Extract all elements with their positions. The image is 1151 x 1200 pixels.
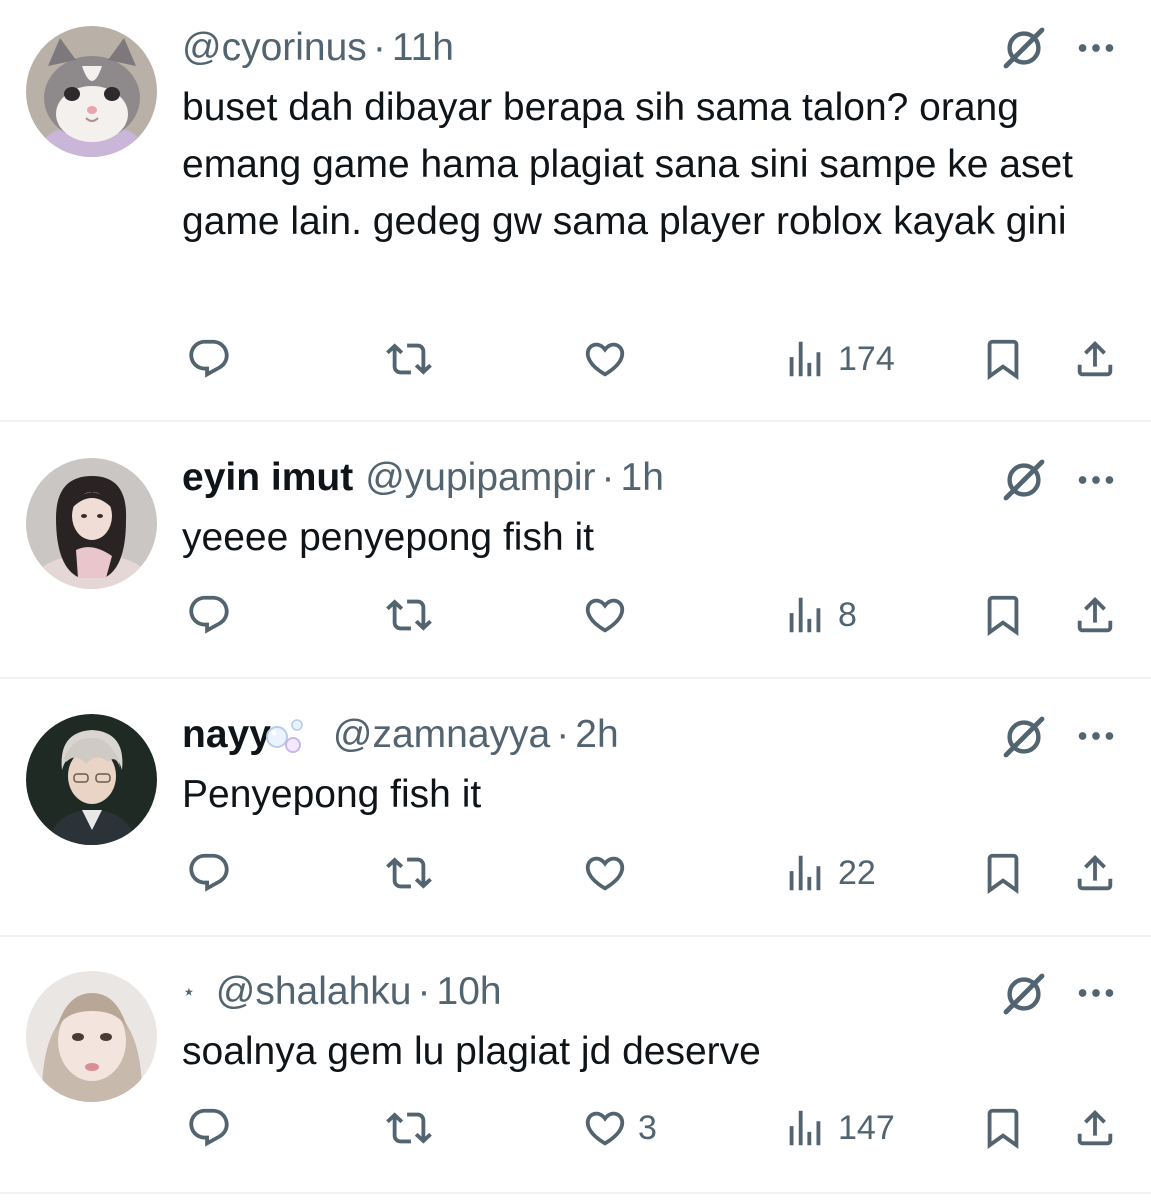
repost-button[interactable] xyxy=(386,1105,442,1151)
girl-avatar[interactable] xyxy=(26,458,157,589)
like-button[interactable] xyxy=(582,336,638,382)
repost-button[interactable] xyxy=(386,592,442,638)
reply-text: soalnya gem lu plagiat jd deserve xyxy=(182,1030,761,1073)
bookmark-button[interactable] xyxy=(980,850,1026,896)
bookmark-button[interactable] xyxy=(980,1105,1026,1151)
timestamp[interactable]: 10h xyxy=(437,969,502,1015)
repost-icon xyxy=(386,1105,432,1151)
reply-icon xyxy=(186,592,232,638)
repost-icon xyxy=(386,336,432,382)
bookmark-icon xyxy=(980,592,1026,638)
grok-icon[interactable] xyxy=(1000,970,1048,1018)
reply-button[interactable] xyxy=(186,850,242,896)
repost-icon xyxy=(386,850,432,896)
views-icon xyxy=(782,1105,828,1151)
reply-header: nayy @zamnayya · 2h xyxy=(182,712,619,758)
bookmark-button[interactable] xyxy=(980,336,1026,382)
display-name[interactable]: nayy xyxy=(182,712,271,758)
repost-button[interactable] xyxy=(386,850,442,896)
like-button[interactable] xyxy=(582,850,638,896)
user-handle[interactable]: @zamnayya xyxy=(333,712,550,758)
repost-button[interactable] xyxy=(386,336,442,382)
reply-header: @cyorinus · 11h xyxy=(182,25,454,71)
bookmark-icon xyxy=(980,850,1026,896)
name-prefix-star: ⋆ xyxy=(182,979,196,1004)
reply-item[interactable]: eyin imut @yupipampir · 1h yeeee penyepo… xyxy=(0,422,1151,679)
share-icon xyxy=(1072,592,1118,638)
grok-icon[interactable] xyxy=(1000,713,1048,761)
views-button[interactable]: 22 xyxy=(782,850,876,896)
views-button[interactable]: 8 xyxy=(782,592,857,638)
face-avatar[interactable] xyxy=(26,971,157,1102)
more-icon[interactable] xyxy=(1073,25,1119,71)
timestamp[interactable]: 1h xyxy=(621,455,664,501)
timestamp[interactable]: 2h xyxy=(575,712,618,758)
bookmark-icon xyxy=(980,336,1026,382)
reply-button[interactable] xyxy=(186,336,242,382)
reply-item[interactable]: ⋆ @shalahku · 10h soalnya gem lu plagiat… xyxy=(0,937,1151,1194)
separator-dot: · xyxy=(556,713,570,756)
reply-item[interactable]: nayy @zamnayya · 2h Penyepong fish it 22 xyxy=(0,679,1151,937)
more-icon[interactable] xyxy=(1073,713,1119,759)
share-button[interactable] xyxy=(1072,336,1118,382)
grok-icon[interactable] xyxy=(1000,456,1048,504)
reply-button[interactable] xyxy=(186,1105,242,1151)
cat-avatar[interactable] xyxy=(26,26,157,157)
bubbles-emoji-icon xyxy=(265,719,303,753)
reply-icon xyxy=(186,1105,232,1151)
reply-text: buset dah dibayar berapa sih sama talon?… xyxy=(182,86,1074,243)
reply-header: eyin imut @yupipampir · 1h xyxy=(182,455,664,501)
views-count: 174 xyxy=(838,339,895,378)
share-icon xyxy=(1072,850,1118,896)
heart-icon xyxy=(582,850,628,896)
views-button[interactable]: 147 xyxy=(782,1105,895,1151)
like-button[interactable]: 3 xyxy=(582,1105,657,1151)
timestamp[interactable]: 11h xyxy=(392,25,454,71)
reply-button[interactable] xyxy=(186,592,242,638)
reply-icon xyxy=(186,850,232,896)
share-icon xyxy=(1072,336,1118,382)
views-button[interactable]: 174 xyxy=(782,336,895,382)
views-icon xyxy=(782,336,828,382)
views-count: 147 xyxy=(838,1108,895,1147)
bookmark-icon xyxy=(980,1105,1026,1151)
views-icon xyxy=(782,592,828,638)
reply-item[interactable]: @cyorinus · 11h buset dah dibayar berapa… xyxy=(0,0,1151,422)
views-icon xyxy=(782,850,828,896)
user-handle[interactable]: @yupipampir xyxy=(365,455,595,501)
heart-icon xyxy=(582,336,628,382)
heart-icon xyxy=(582,1105,628,1151)
heart-icon xyxy=(582,592,628,638)
share-button[interactable] xyxy=(1072,1105,1118,1151)
like-count: 3 xyxy=(638,1108,657,1147)
reply-header: ⋆ @shalahku · 10h xyxy=(182,969,502,1015)
views-count: 8 xyxy=(838,595,857,634)
repost-icon xyxy=(386,592,432,638)
share-icon xyxy=(1072,1105,1118,1151)
reply-text: Penyepong fish it xyxy=(182,773,482,816)
bookmark-button[interactable] xyxy=(980,592,1026,638)
separator-dot: · xyxy=(372,26,386,69)
separator-dot: · xyxy=(601,456,615,499)
separator-dot: · xyxy=(417,970,431,1013)
more-icon[interactable] xyxy=(1073,457,1119,503)
like-button[interactable] xyxy=(582,592,638,638)
boy-avatar[interactable] xyxy=(26,714,157,845)
more-icon[interactable] xyxy=(1073,970,1119,1016)
share-button[interactable] xyxy=(1072,850,1118,896)
share-button[interactable] xyxy=(1072,592,1118,638)
grok-icon[interactable] xyxy=(1000,24,1048,72)
display-name[interactable]: eyin imut xyxy=(182,455,353,501)
user-handle[interactable]: @shalahku xyxy=(216,969,412,1015)
user-handle[interactable]: @cyorinus xyxy=(182,25,367,71)
views-count: 22 xyxy=(838,853,876,892)
reply-icon xyxy=(186,336,232,382)
reply-text: yeeee penyepong fish it xyxy=(182,516,594,559)
